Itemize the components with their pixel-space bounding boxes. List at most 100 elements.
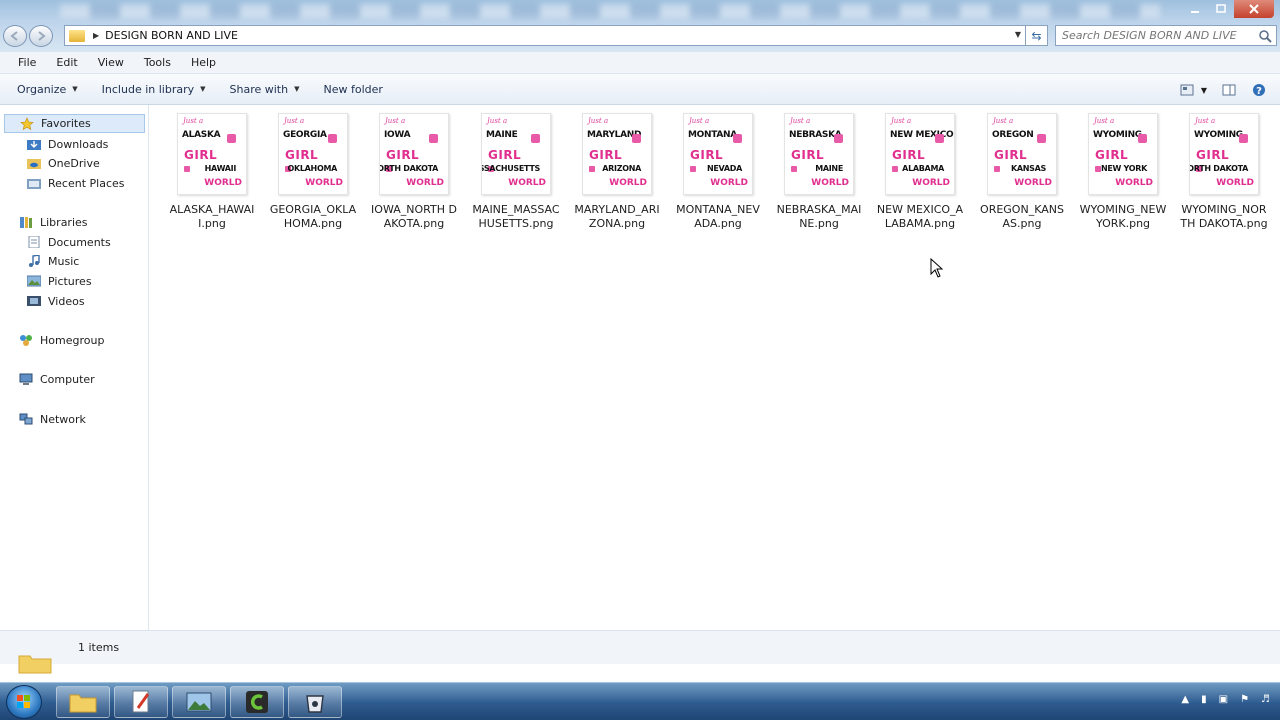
thumb-just-text: Just a [284, 117, 305, 125]
file-item[interactable]: Just a MAINE GIRL MASSACHUSETTS WORLD MAINE_M… [470, 113, 562, 231]
pictures-icon [26, 274, 42, 288]
maximize-button[interactable] [1208, 0, 1234, 18]
close-button[interactable] [1234, 0, 1274, 18]
thumb-state1-text: WYOMING [1194, 130, 1243, 140]
thumb-state1-text: WYOMING [1093, 130, 1142, 140]
file-name: MARYLAND_ARIZONA.png [574, 203, 660, 230]
thumb-state1-text: OREGON [992, 130, 1034, 140]
state-shape-icon [1239, 134, 1248, 143]
taskbar-app-button[interactable] [288, 686, 342, 718]
refresh-button[interactable]: ⇆ [1026, 25, 1048, 46]
state-shape-icon [589, 166, 595, 172]
taskbar-photo-viewer-button[interactable] [172, 686, 226, 718]
nav-videos[interactable]: Videos [26, 293, 85, 309]
share-with-button[interactable]: Share with ▼ [223, 83, 307, 96]
nav-downloads[interactable]: Downloads [26, 136, 108, 152]
share-with-label: Share with [229, 82, 289, 96]
file-item[interactable]: Just a IOWA GIRL NORTH DAKOTA WORLD IOWA_NORT… [368, 113, 460, 231]
file-item[interactable]: Just a MONTANA GIRL NEVADA WORLD MONTANA_NEVA… [672, 113, 764, 231]
windows-logo-icon [17, 695, 30, 708]
breadcrumb-folder[interactable]: DESIGN BORN AND LIVE [105, 29, 238, 42]
menu-view[interactable]: View [92, 56, 130, 69]
thumb-girl-text: GIRL [285, 148, 319, 162]
include-in-library-button[interactable]: Include in library ▼ [95, 83, 213, 96]
usb-icon[interactable]: ▮ [1201, 694, 1207, 705]
file-name: ALASKA_HAWAII.png [169, 203, 255, 230]
view-dropdown-button[interactable]: ▼ [1198, 80, 1210, 100]
nav-computer[interactable]: Computer [18, 371, 95, 387]
thumb-girl-text: GIRL [994, 148, 1028, 162]
chevron-down-icon: ▼ [72, 85, 78, 93]
nav-homegroup-label: Homegroup [40, 333, 105, 347]
thumb-just-text: Just a [183, 117, 204, 125]
nav-network[interactable]: Network [18, 411, 86, 427]
forward-button[interactable] [29, 25, 53, 47]
file-item[interactable]: Just a NEW MEXICO GIRL ALABAMA WORLD NEW MEXI… [874, 113, 966, 231]
breadcrumb-arrow-icon[interactable]: ▶ [93, 31, 99, 40]
network-status-icon[interactable]: ▣ [1219, 694, 1228, 705]
organize-button[interactable]: Organize ▼ [10, 83, 85, 96]
menu-help[interactable]: Help [185, 56, 222, 69]
view-icon [1180, 84, 1194, 96]
taskbar-camtasia-button[interactable] [230, 686, 284, 718]
state-shape-icon [328, 134, 337, 143]
thumb-state2-text: NEVADA [706, 164, 742, 173]
start-button[interactable] [6, 685, 42, 719]
search-input[interactable] [1062, 29, 1252, 42]
file-thumbnail: Just a WYOMING GIRL NEW YORK WORLD [1088, 113, 1158, 195]
new-folder-label: New folder [323, 82, 383, 96]
cloud-folder-icon [26, 156, 42, 170]
file-item[interactable]: Just a NEBRASKA GIRL MAINE WORLD NEBRASKA_MAI… [773, 113, 865, 231]
file-item[interactable]: Just a GEORGIA GIRL OKLAHOMA WORLD GEORGIA_OK… [267, 113, 359, 231]
taskbar-notepad-button[interactable] [114, 686, 168, 718]
mouse-cursor-icon [930, 258, 944, 278]
state-shape-icon [834, 134, 843, 143]
nav-music[interactable]: Music [26, 253, 79, 269]
maximize-icon [1216, 4, 1226, 13]
nav-onedrive[interactable]: OneDrive [26, 155, 100, 171]
file-name: WYOMING_NORTH DAKOTA.png [1180, 203, 1268, 230]
close-icon [1249, 4, 1259, 14]
nav-documents[interactable]: Documents [26, 234, 111, 250]
search-box[interactable] [1055, 25, 1277, 46]
nav-computer-label: Computer [40, 372, 95, 386]
show-hidden-icons-icon[interactable]: ▲ [1181, 694, 1189, 705]
arrow-left-icon [10, 31, 18, 41]
file-item[interactable]: Just a WYOMING GIRL NORTH DAKOTA WORLD WYOMIN… [1178, 113, 1270, 231]
folder-icon [18, 655, 52, 674]
blurred-title-area [60, 4, 1160, 18]
menu-edit[interactable]: Edit [50, 56, 83, 69]
new-folder-button[interactable]: New folder [316, 83, 389, 96]
nav-recent-places[interactable]: Recent Places [26, 175, 125, 191]
file-item[interactable]: Just a WYOMING GIRL NEW YORK WORLD WYOMING_NE… [1077, 113, 1169, 231]
thumb-state1-text: ALASKA [182, 130, 221, 140]
help-button[interactable]: ? [1248, 80, 1270, 100]
file-thumbnail: Just a NEBRASKA GIRL MAINE WORLD [784, 113, 854, 195]
notepad-icon [132, 690, 150, 713]
file-item[interactable]: Just a OREGON GIRL KANSAS WORLD OREGON_KANSAS… [976, 113, 1068, 231]
action-center-icon[interactable]: ⚑ [1240, 694, 1249, 705]
address-bar[interactable]: ▶ DESIGN BORN AND LIVE ▼ [64, 25, 1026, 46]
chevron-down-icon: ▼ [1200, 85, 1208, 95]
chevron-down-icon[interactable]: ▼ [1015, 30, 1021, 39]
nav-homegroup[interactable]: Homegroup [18, 332, 104, 348]
taskbar: ▲ ▮ ▣ ⚑ ♬ [0, 682, 1280, 720]
volume-icon[interactable]: ♬ [1261, 694, 1270, 705]
nav-videos-label: Videos [48, 294, 85, 308]
file-item[interactable]: Just a MARYLAND GIRL ARIZONA WORLD MARYLAND_A… [571, 113, 663, 231]
taskbar-explorer-button[interactable] [56, 686, 110, 718]
change-view-button[interactable] [1176, 80, 1198, 100]
thumb-world-text: WORLD [508, 178, 546, 188]
minimize-button[interactable] [1182, 0, 1208, 18]
nav-favorites[interactable]: Favorites [4, 114, 145, 133]
nav-libraries[interactable]: Libraries [18, 214, 88, 230]
nav-pictures[interactable]: Pictures [26, 273, 92, 289]
preview-pane-button[interactable] [1218, 80, 1240, 100]
search-icon[interactable] [1258, 29, 1272, 43]
thumb-just-text: Just a [385, 117, 406, 125]
menu-tools[interactable]: Tools [138, 56, 177, 69]
file-item[interactable]: Just a ALASKA GIRL HAWAII WORLD ALASKA_HAWAII… [166, 113, 258, 231]
back-button[interactable] [3, 25, 27, 47]
menu-file[interactable]: File [12, 56, 42, 69]
file-name: WYOMING_NEW YORK.png [1079, 203, 1167, 230]
